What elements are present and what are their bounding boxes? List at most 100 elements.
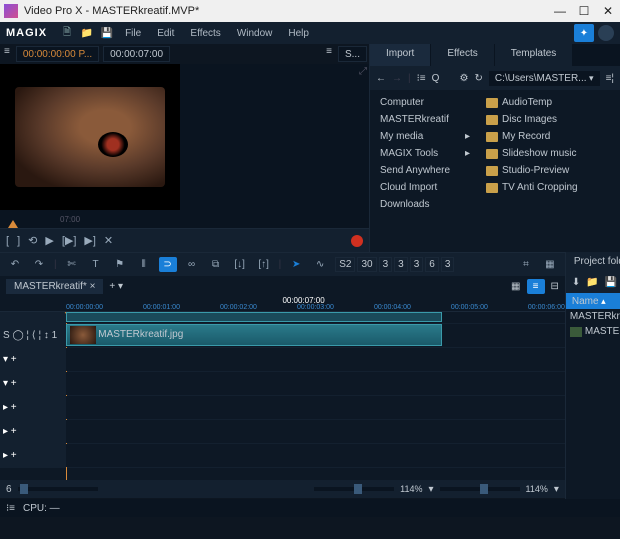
zoom-preset[interactable]: 3 bbox=[379, 257, 393, 272]
view-list-icon[interactable]: ≡ bbox=[527, 279, 545, 294]
title-icon[interactable]: T bbox=[87, 259, 105, 270]
layout-icon[interactable]: ▦ bbox=[541, 259, 559, 270]
zoom-preset[interactable]: 3 bbox=[441, 257, 455, 272]
zoom-preset[interactable]: S2 bbox=[335, 257, 355, 272]
view-wave-icon[interactable]: ⊟ bbox=[551, 281, 559, 292]
track-expand-icon[interactable]: ▸ + bbox=[3, 426, 17, 437]
tab-import[interactable]: Import bbox=[370, 44, 431, 66]
source-downloads[interactable]: Downloads bbox=[370, 196, 480, 213]
save-icon[interactable]: 💾 bbox=[99, 25, 115, 41]
unlink-icon[interactable]: ⧉ bbox=[207, 259, 225, 270]
view-options-icon[interactable]: ≡¦ bbox=[606, 73, 614, 84]
stop-button[interactable]: ✕ bbox=[104, 234, 113, 247]
source-send-anywhere[interactable]: Send Anywhere bbox=[370, 162, 480, 179]
track-head[interactable]: S ◯ ¦ ⟨ ¦ ↕ 1 bbox=[0, 324, 66, 347]
menu-window[interactable]: Window bbox=[231, 28, 279, 39]
folder-item[interactable]: TV Anti Cropping bbox=[480, 179, 620, 196]
import-clip-icon[interactable]: [↓] bbox=[231, 259, 249, 270]
close-button[interactable]: ✕ bbox=[596, 0, 620, 22]
source-computer[interactable]: Computer bbox=[370, 94, 480, 111]
nav-fwd-icon[interactable]: → bbox=[392, 73, 402, 84]
folder-item[interactable]: Studio-Preview bbox=[480, 162, 620, 179]
range-start-button[interactable]: [ bbox=[6, 235, 9, 247]
secondary-collapse-icon[interactable]: ≡ bbox=[322, 44, 336, 64]
undo-icon[interactable]: ↶ bbox=[6, 259, 24, 270]
tab-effects[interactable]: Effects bbox=[431, 44, 494, 66]
maximize-button[interactable]: ☐ bbox=[572, 0, 596, 22]
folder-item[interactable]: AudioTemp bbox=[480, 94, 620, 111]
link-icon[interactable]: ∞ bbox=[183, 259, 201, 270]
secondary-monitor[interactable]: ⤢ bbox=[180, 64, 369, 210]
menu-edit[interactable]: Edit bbox=[151, 28, 180, 39]
playhead-marker-icon[interactable] bbox=[8, 220, 18, 228]
refresh-icon[interactable]: ↻ bbox=[474, 73, 482, 84]
tab-templates[interactable]: Templates bbox=[495, 44, 574, 66]
mixer-icon[interactable]: ⌗ bbox=[517, 259, 535, 270]
zoom-preset[interactable]: 3 bbox=[394, 257, 408, 272]
magnet-icon[interactable]: ⊃ bbox=[159, 257, 177, 272]
preview-monitor[interactable] bbox=[0, 64, 180, 210]
track-expand-icon[interactable]: ▸ + bbox=[3, 450, 17, 461]
source-my-media[interactable]: My media▸ bbox=[370, 128, 480, 145]
search-icon[interactable]: Q bbox=[432, 73, 440, 84]
zoom-preset[interactable]: 3 bbox=[410, 257, 424, 272]
play-range-button[interactable]: [▶] bbox=[62, 234, 77, 247]
folder-item[interactable]: My Record bbox=[480, 128, 620, 145]
menu-effects[interactable]: Effects bbox=[184, 28, 226, 39]
nav-back-icon[interactable]: ← bbox=[376, 73, 386, 84]
time-in[interactable]: 00:00:00:00 P... bbox=[16, 46, 99, 62]
gear-icon[interactable]: ⚙ bbox=[459, 73, 468, 84]
video-clip[interactable]: MASTERkreatif.jpg bbox=[66, 324, 442, 346]
selection-tool-icon[interactable]: ➤ bbox=[287, 259, 305, 270]
time-out[interactable]: 00:00:07:00 bbox=[103, 46, 170, 62]
zoom-preset[interactable]: 30 bbox=[357, 257, 376, 272]
source-cloud-import[interactable]: Cloud Import bbox=[370, 179, 480, 196]
curve-tool-icon[interactable]: ∿ bbox=[311, 259, 329, 270]
folder-item[interactable]: Disc Images bbox=[480, 111, 620, 128]
zoom-preset[interactable]: 6 bbox=[425, 257, 439, 272]
track-expand-icon[interactable]: ▾ + bbox=[3, 378, 17, 389]
group-icon[interactable]: ⫴ bbox=[135, 259, 153, 270]
cut-icon[interactable]: ✄ bbox=[63, 259, 81, 270]
col-name[interactable]: Name ▴ bbox=[566, 296, 620, 307]
source-masterkreatif[interactable]: MASTERkreatif bbox=[370, 111, 480, 128]
profile-icon[interactable] bbox=[598, 25, 614, 41]
timeline-ruler[interactable]: 00:00:07:00 00:00:00:00 00:00:01:00 00:0… bbox=[0, 296, 565, 312]
folder-icon[interactable]: 📁 bbox=[586, 277, 598, 288]
timeline-tab[interactable]: MASTERkreatif* × bbox=[6, 279, 103, 294]
add-tab-icon[interactable]: + ▾ bbox=[109, 281, 123, 292]
track-expand-icon[interactable]: ▾ + bbox=[3, 354, 17, 365]
expand-monitor-icon[interactable]: ⤢ bbox=[359, 66, 367, 77]
zoom-menu-icon[interactable]: ▾ bbox=[554, 484, 559, 495]
loop-button[interactable]: ⟲ bbox=[28, 234, 37, 247]
export-clip-icon[interactable]: [↑] bbox=[255, 259, 273, 270]
new-file-icon[interactable]: 🗎 bbox=[59, 25, 75, 41]
status-menu-icon[interactable]: ⁝≡ bbox=[6, 503, 15, 514]
play-button[interactable]: ▶ bbox=[45, 234, 53, 247]
source-magix-tools[interactable]: MAGIX Tools▸ bbox=[370, 145, 480, 162]
wand-icon[interactable]: ✦ bbox=[574, 24, 594, 42]
track-expand-icon[interactable]: ▸ + bbox=[3, 402, 17, 413]
zoom-menu-icon[interactable]: ▾ bbox=[428, 484, 433, 495]
folder-item[interactable]: Slideshow music bbox=[480, 145, 620, 162]
project-row[interactable]: MASTERkreatif Movie bbox=[566, 309, 620, 324]
hscroll-slider[interactable] bbox=[18, 487, 98, 491]
project-row[interactable]: MASTERkreatif.jpg Picture bbox=[566, 324, 620, 339]
play-to-end-button[interactable]: ▶] bbox=[84, 234, 96, 247]
path-field[interactable]: C:\Users\MASTER... ▾ bbox=[489, 71, 600, 86]
flag-icon[interactable]: ⚑ bbox=[111, 259, 129, 270]
preview-ruler[interactable]: 07:00 bbox=[0, 210, 369, 228]
save-project-icon[interactable]: 💾 bbox=[605, 277, 617, 288]
tree-icon[interactable]: ⁝≡ bbox=[417, 73, 426, 84]
record-button[interactable] bbox=[351, 235, 363, 247]
monitor-collapse-icon[interactable]: ≡ bbox=[0, 44, 14, 64]
download-icon[interactable]: ⬇ bbox=[572, 277, 580, 288]
zoom-slider-left[interactable] bbox=[314, 487, 394, 491]
redo-icon[interactable]: ↷ bbox=[30, 259, 48, 270]
open-folder-icon[interactable]: 📁 bbox=[79, 25, 95, 41]
menu-file[interactable]: File bbox=[119, 28, 147, 39]
view-grid-icon[interactable]: ▦ bbox=[511, 281, 520, 292]
zoom-slider-right[interactable] bbox=[440, 487, 520, 491]
minimize-button[interactable]: — bbox=[548, 0, 572, 22]
menu-help[interactable]: Help bbox=[282, 28, 315, 39]
